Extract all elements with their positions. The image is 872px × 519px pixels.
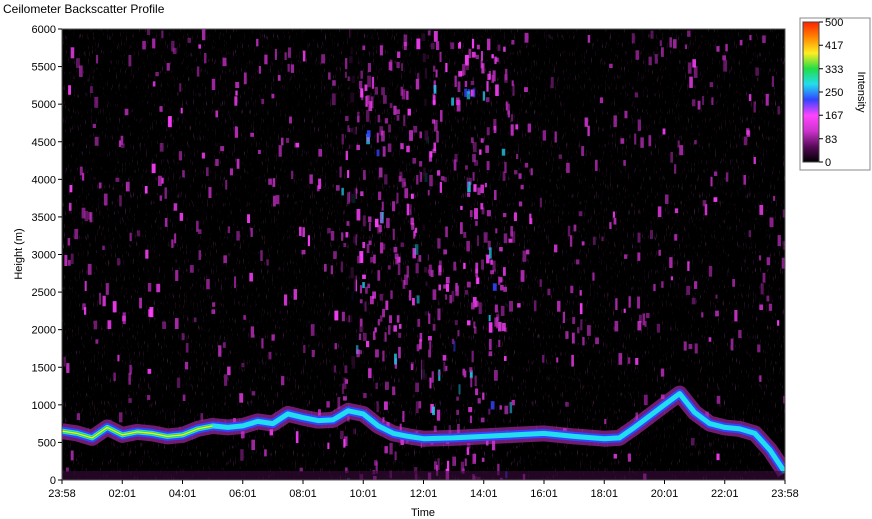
colorbar [802, 21, 820, 163]
colorbar-tick-label: 333 [825, 64, 843, 76]
y-tick-label: 4500 [32, 137, 56, 149]
y-axis-label: Height (m) [13, 228, 25, 279]
x-tick-label: 16:01 [530, 488, 558, 500]
y-tick-label: 4000 [32, 174, 56, 186]
colorbar-label: Intensity [855, 72, 867, 113]
y-tick-label: 5000 [32, 99, 56, 111]
y-tick-label: 2000 [32, 325, 56, 337]
x-axis: 23:58 02:01 04:01 06:01 08:01 10:01 12:01 14:01… [48, 480, 799, 500]
x-tick-label: 14:01 [470, 488, 498, 500]
x-tick-label: 02:01 [108, 488, 136, 500]
x-tick-label: 20:01 [651, 488, 679, 500]
colorbar-tick-label: 0 [825, 157, 831, 169]
x-tick-label: 12:01 [410, 488, 438, 500]
y-tick-label: 1000 [32, 400, 56, 412]
x-tick-label: 18:01 [590, 488, 618, 500]
x-tick-label: 06:01 [229, 488, 257, 500]
chart: Ceilometer Backscatter Profile 0 500 1000 1… [3, 2, 871, 519]
surface-haze [62, 470, 785, 480]
y-tick-label: 3500 [32, 212, 56, 224]
colorbar-tick-label: 417 [825, 40, 843, 52]
x-tick-label: 08:01 [289, 488, 317, 500]
y-tick-label: 1500 [32, 362, 56, 374]
y-tick-label: 6000 [32, 24, 56, 36]
x-tick-label: 23:58 [48, 488, 76, 500]
colorbar-tick-label: 250 [825, 87, 843, 99]
x-axis-label: Time [411, 507, 435, 519]
x-tick-label: 04:01 [169, 488, 197, 500]
colorbar-tick-label: 167 [825, 110, 843, 122]
chart-title: Ceilometer Backscatter Profile [3, 2, 165, 16]
y-tick-label: 500 [38, 437, 56, 449]
y-tick-label: 0 [50, 475, 56, 487]
x-tick-label: 23:58 [771, 488, 799, 500]
x-tick-label: 10:01 [349, 488, 377, 500]
y-tick-label: 3000 [32, 250, 56, 262]
colorbar-tick-label: 500 [825, 17, 843, 29]
y-tick-label: 5500 [32, 62, 56, 74]
y-axis: 0 500 1000 1500 2000 2500 3000 3500 4000 4500 5000… [32, 24, 62, 487]
colorbar-tick-label: 83 [825, 134, 837, 146]
y-tick-label: 2500 [32, 287, 56, 299]
x-tick-label: 22:01 [711, 488, 739, 500]
